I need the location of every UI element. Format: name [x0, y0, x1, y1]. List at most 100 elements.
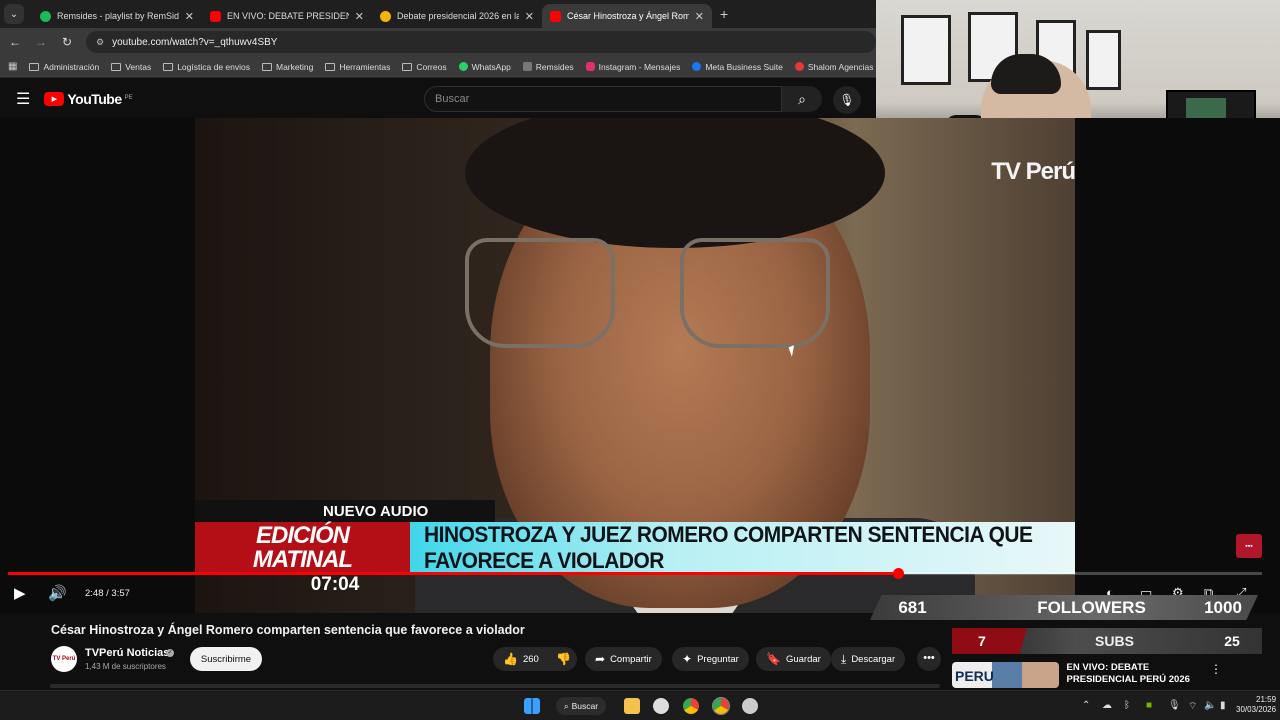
like-button[interactable]: 👍 260	[493, 647, 549, 671]
taskbar-search[interactable]: ⌕ Buscar	[556, 697, 606, 715]
share-button[interactable]: ➦ Compartir	[585, 647, 662, 671]
browser-tab[interactable]: EN VIVO: DEBATE PRESIDENCIAL ✕	[202, 4, 372, 28]
play-icon[interactable]: ▶	[14, 584, 26, 602]
bookmark-folder[interactable]: Correos	[402, 61, 447, 72]
wifi-icon[interactable]: ⌔	[1188, 700, 1197, 713]
browser-tab[interactable]: Debate presidencial 2026 en la ✕	[372, 4, 542, 28]
shalom-icon	[794, 62, 804, 71]
tab-title: Remsides - playlist by RemSides	[57, 11, 179, 21]
like-count: 260	[522, 653, 539, 665]
file-explorer-icon[interactable]	[624, 698, 640, 714]
new-tab-button[interactable]: +	[720, 6, 728, 22]
cloud-icon[interactable]: ☁	[1102, 700, 1112, 711]
mic-icon[interactable]: 🎙	[1168, 700, 1181, 711]
bookmark-label: Correos	[416, 61, 447, 72]
glasses-right-lens	[680, 238, 830, 348]
chatgpt-icon[interactable]	[653, 698, 669, 714]
tab-close-icon[interactable]: ✕	[185, 10, 194, 23]
instagram-icon	[585, 62, 595, 71]
channel-avatar[interactable]: TV Perú	[51, 646, 77, 672]
battery-icon[interactable]: ▮	[1220, 700, 1226, 711]
followers-goal-widget: 681 FOLLOWERS 1000	[870, 595, 1258, 620]
folder-icon	[325, 62, 336, 71]
youtube-favicon-icon	[550, 10, 561, 22]
progress-bar[interactable]	[8, 568, 1262, 579]
taskbar-clock[interactable]: 21:59 30/03/2026	[1236, 695, 1276, 715]
app-icon[interactable]	[742, 698, 758, 714]
taskbar-time: 21:59	[1256, 695, 1277, 704]
bookmark-folder[interactable]: Administración	[29, 62, 99, 72]
dislike-button[interactable]: 👎	[549, 647, 577, 671]
followers-goal: 1000	[1204, 597, 1242, 617]
program-banner: EDICIÓN MATINAL	[195, 522, 410, 574]
whatsapp-icon	[458, 62, 468, 71]
recommended-video[interactable]: PERU EN VIVO: DEBATE PRESIDENCIAL PERÚ 2…	[952, 662, 1262, 690]
subscribe-button[interactable]: Suscribirme	[190, 647, 262, 671]
browser-tab[interactable]: Remsides - playlist by RemSides ✕	[32, 4, 202, 28]
menu-icon[interactable]: ☰	[16, 89, 30, 109]
site-info-icon[interactable]: ⚙	[96, 37, 104, 48]
windows-start-icon[interactable]	[524, 698, 540, 714]
bookmark-folder[interactable]: Herramientas	[325, 62, 390, 72]
bookmark-label: Instagram - Mensajes	[598, 61, 681, 72]
microphone-icon[interactable]: 🎙	[833, 86, 861, 114]
bookmark-link[interactable]: Shalom Agencias	[794, 62, 874, 72]
thumbs-up-icon: 👍	[503, 652, 518, 666]
nvidia-icon[interactable]: ■	[1146, 700, 1152, 711]
bookmark-link[interactable]: WhatsApp	[458, 62, 511, 72]
volume-icon[interactable]: 🔊	[48, 584, 67, 602]
more-vertical-icon[interactable]: ⋮	[1210, 662, 1222, 676]
tab-search-chevron-icon[interactable]: ⌄	[4, 4, 24, 24]
folder-icon	[402, 62, 413, 71]
video-title: César Hinostroza y Ángel Romero comparte…	[51, 623, 525, 637]
chrome-icon[interactable]	[683, 698, 699, 714]
apps-grid-icon[interactable]: ▦	[8, 61, 17, 72]
search-input[interactable]: Buscar	[424, 86, 782, 112]
recommended-title[interactable]: EN VIVO: DEBATE PRESIDENCIAL PERÚ 2026	[1067, 662, 1202, 686]
youtube-logo[interactable]: ▶ YouTube PE	[44, 91, 133, 107]
share-label: Compartir	[610, 653, 652, 665]
save-button[interactable]: 🔖 Guardar	[756, 647, 831, 671]
youtube-play-icon: ▶	[44, 92, 65, 106]
bookmark-folder[interactable]: Ventas	[111, 62, 151, 72]
spotify-favicon-icon	[40, 10, 51, 22]
sparkle-icon: ✦	[682, 652, 693, 666]
forward-arrow-icon[interactable]: →	[34, 35, 48, 49]
more-options-icon[interactable]: •••	[917, 647, 941, 671]
horizontal-scrollbar[interactable]	[50, 684, 940, 688]
reload-icon[interactable]: ↻	[60, 35, 74, 49]
followers-label: FOLLOWERS	[1037, 597, 1146, 617]
subs-goal: 25	[1224, 633, 1240, 649]
search-icon[interactable]: ⌕	[782, 86, 822, 112]
ask-button[interactable]: ✦ Preguntar	[672, 647, 749, 671]
download-button[interactable]: ⤓ Descargar	[831, 647, 906, 671]
folder-icon	[163, 62, 174, 71]
taskbar-date: 30/03/2026	[1236, 705, 1277, 714]
back-arrow-icon[interactable]: ←	[8, 35, 22, 49]
followers-current: 681	[898, 597, 927, 617]
chevron-up-icon[interactable]: ⌃	[1082, 700, 1090, 711]
address-bar[interactable]: ⚙ youtube.com/watch?v=_qthuwv4SBY	[86, 31, 876, 53]
bookmark-label: Administración	[43, 61, 100, 72]
browser-tab-active[interactable]: César Hinostroza y Ángel Romero ✕	[542, 4, 712, 28]
bookmark-link[interactable]: Remsides	[522, 62, 574, 72]
bookmark-folder[interactable]: Marketing	[261, 62, 313, 72]
volume-icon[interactable]: 🔈	[1204, 700, 1216, 711]
extension-icon[interactable]: ▪▪▪	[1236, 534, 1262, 558]
download-icon: ⤓	[841, 651, 847, 666]
bookmark-link[interactable]: Instagram - Mensajes	[585, 61, 681, 72]
country-code: PE	[124, 95, 133, 101]
bookmarks-bar: ▦ Administración Ventas Logística de env…	[0, 56, 876, 78]
video-thumbnail[interactable]: PERU	[952, 662, 1059, 688]
bookmark-icon: 🔖	[766, 652, 781, 666]
tab-close-icon[interactable]: ✕	[525, 10, 534, 23]
tab-close-icon[interactable]: ✕	[355, 10, 364, 23]
tab-close-icon[interactable]: ✕	[695, 10, 704, 23]
bluetooth-icon[interactable]: ᛒ	[1124, 700, 1130, 711]
wall-poster	[901, 15, 951, 85]
chrome-icon[interactable]	[712, 697, 730, 715]
bookmark-folder[interactable]: Logística de envios	[163, 62, 250, 72]
bookmark-link[interactable]: Meta Business Suite	[692, 62, 783, 72]
broadcast-clock: 07:04	[310, 574, 360, 595]
channel-name[interactable]: TVPerú Noticias	[85, 647, 169, 659]
